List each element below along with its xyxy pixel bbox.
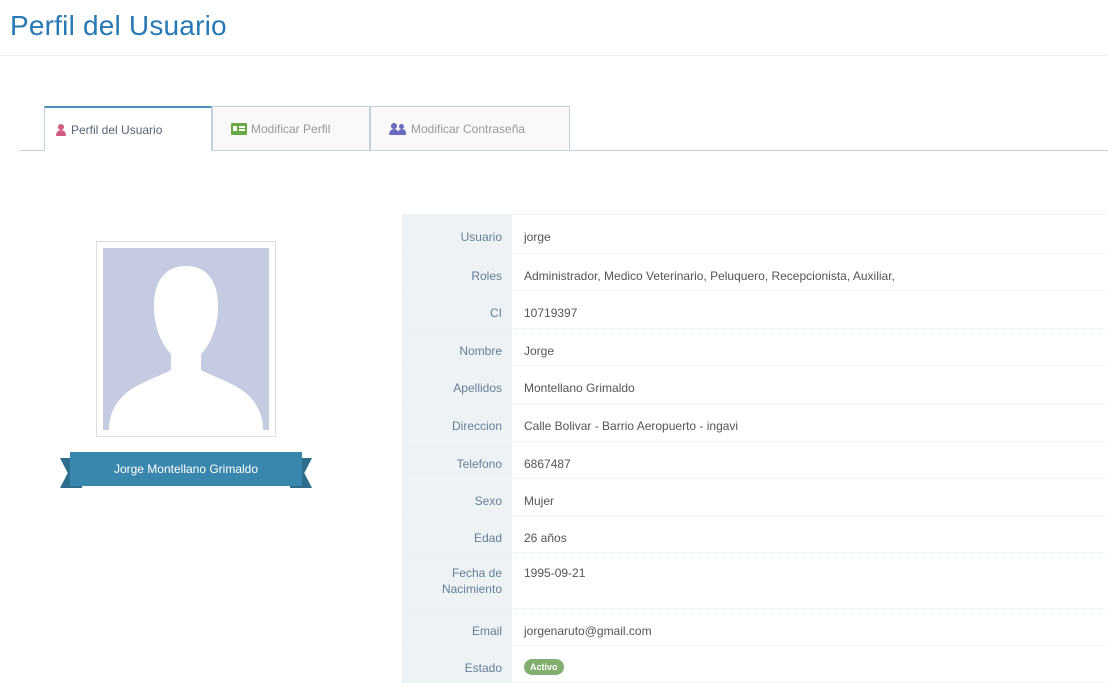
tab-perfil-usuario[interactable]: Perfil del Usuario [44, 106, 212, 151]
field-value: 1995-09-21 [524, 566, 586, 580]
field-label: CI [402, 291, 512, 328]
profile-row-edad: Edad 26 años [402, 516, 1106, 553]
tab-label: Perfil del Usuario [71, 122, 163, 137]
field-value: Activo [512, 646, 1106, 682]
avatar[interactable] [96, 241, 276, 437]
field-value: jorge [524, 230, 551, 244]
tab-label: Modificar Perfil [251, 121, 331, 136]
profile-row-email: Email jorgenaruto@gmail.com [402, 609, 1106, 646]
field-label: Usuario [402, 215, 512, 253]
ribbon-band: Jorge Montellano Grimaldo [70, 452, 302, 486]
tab-label: Modificar Contraseña [411, 121, 526, 136]
field-value: Mujer [524, 494, 555, 508]
field-value: 26 años [524, 531, 567, 545]
field-label: Estado [402, 646, 512, 682]
field-label: Email [402, 609, 512, 645]
field-value: 10719397 [524, 306, 578, 320]
field-value: Administrador, Medico Veterinario, Peluq… [524, 269, 895, 283]
field-label: Telefono [402, 442, 512, 478]
user-icon [55, 123, 67, 136]
field-value: Calle Bolivar - Barrio Aeropuerto - inga… [524, 419, 739, 433]
profile-row-apellidos: Apellidos Montellano Grimaldo [402, 366, 1106, 404]
profile-row-fecha-nacimiento: Fecha de Nacimiento 1995-09-21 [402, 553, 1106, 609]
field-label: Direccion [402, 404, 512, 441]
field-value: 6867487 [524, 457, 571, 471]
profile-row-direccion: Direccion Calle Bolivar - Barrio Aeropue… [402, 404, 1106, 442]
field-value: Montellano Grimaldo [524, 381, 635, 395]
page-title: Perfil del Usuario [10, 10, 227, 41]
avatar-image [103, 248, 269, 430]
tab-modificar-perfil[interactable]: Modificar Perfil [212, 106, 370, 150]
profile-row-estado: Estado Activo [402, 646, 1106, 683]
profile-row-sexo: Sexo Mujer [402, 479, 1106, 516]
field-label: Sexo [402, 479, 512, 515]
user-full-name: Jorge Montellano Grimaldo [113, 462, 259, 476]
person-silhouette-icon [103, 248, 269, 430]
field-value: Jorge [524, 344, 555, 358]
field-label: Fecha de Nacimiento [402, 553, 512, 608]
profile-row-usuario: Usuario jorge [402, 215, 1106, 254]
profile-tabs: Perfil del Usuario Modificar Perfil Modi… [20, 106, 1108, 151]
field-label: Edad [402, 516, 512, 552]
profile-info-table: Usuario jorge Roles Administrador, Medic… [402, 214, 1106, 683]
field-value: jorgenaruto@gmail.com [524, 624, 652, 638]
profile-row-ci: CI 10719397 [402, 291, 1106, 329]
user-name-ribbon: Jorge Montellano Grimaldo [60, 452, 312, 488]
field-label: Roles [402, 254, 512, 290]
title-divider [0, 55, 1108, 56]
users-icon [389, 122, 407, 135]
profile-row-nombre: Nombre Jorge [402, 329, 1106, 366]
profile-row-roles: Roles Administrador, Medico Veterinario,… [402, 254, 1106, 291]
field-label: Apellidos [402, 366, 512, 403]
tab-modificar-contrasena[interactable]: Modificar Contraseña [370, 106, 570, 150]
status-badge: Activo [524, 659, 564, 675]
field-label: Nombre [402, 329, 512, 365]
id-card-icon [231, 122, 247, 135]
profile-row-telefono: Telefono 6867487 [402, 442, 1106, 479]
